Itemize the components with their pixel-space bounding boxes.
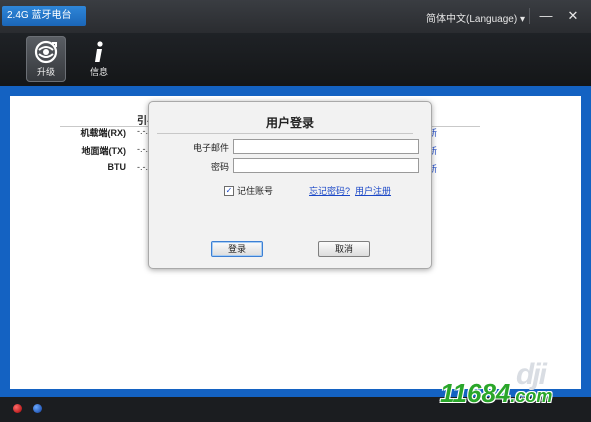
info-icon: [95, 41, 103, 62]
toolbar: 升级 信息: [0, 33, 591, 86]
status-led-blue-icon: [33, 404, 42, 413]
close-button[interactable]: ✕: [562, 6, 584, 26]
upgrade-globe-icon: [34, 40, 58, 64]
site-watermark-name: 11684: [440, 378, 511, 408]
dialog-title: 用户登录: [265, 116, 314, 130]
app-title: 2.4G 蓝牙电台: [2, 6, 86, 26]
tab-info-label: 信息: [89, 67, 108, 77]
row-label-rx: 机载端(RX): [80, 128, 127, 138]
password-field[interactable]: [233, 158, 419, 173]
remember-label: 记住账号: [237, 186, 274, 196]
register-link[interactable]: 用户注册: [355, 184, 391, 197]
language-label: 简体中文(Language): [426, 14, 518, 25]
cancel-button[interactable]: 取消: [318, 241, 370, 257]
site-watermark: 11684.com: [440, 378, 552, 409]
titlebar-divider: [529, 8, 530, 24]
row-value-tx: -.-.: [137, 144, 148, 154]
title-bar: 2.4G 蓝牙电台 简体中文(Language) ▾ — ✕: [0, 0, 591, 33]
row-label-btu: BTU: [107, 162, 127, 172]
dialog-divider: [157, 133, 413, 134]
tab-upgrade[interactable]: 升级: [26, 36, 66, 82]
remember-account-checkbox[interactable]: ✓ 记住账号: [224, 184, 273, 197]
forgot-password-link[interactable]: 忘记密码?: [309, 184, 350, 197]
password-label: 密码: [210, 162, 229, 172]
row-label-tx: 地面端(TX): [81, 146, 127, 156]
tab-info[interactable]: 信息: [79, 36, 119, 82]
checkbox-checked-icon: ✓: [224, 185, 234, 196]
row-value-btu: -.-.: [137, 162, 148, 172]
email-field[interactable]: [233, 139, 419, 154]
chevron-down-icon: ▾: [519, 14, 525, 25]
status-led-red-icon: [13, 404, 22, 413]
language-select[interactable]: 简体中文(Language) ▾: [426, 10, 525, 25]
row-value-rx: -.-.: [137, 126, 148, 136]
email-label: 电子邮件: [192, 143, 229, 153]
site-watermark-tld: .com: [510, 386, 553, 406]
login-dialog: 用户登录 电子邮件 密码 ✓ 记住账号 忘记密码? 用户注册 登录 取消: [148, 101, 432, 269]
minimize-button[interactable]: —: [535, 6, 557, 26]
tab-upgrade-label: 升级: [36, 67, 55, 77]
login-button[interactable]: 登录: [211, 241, 263, 257]
